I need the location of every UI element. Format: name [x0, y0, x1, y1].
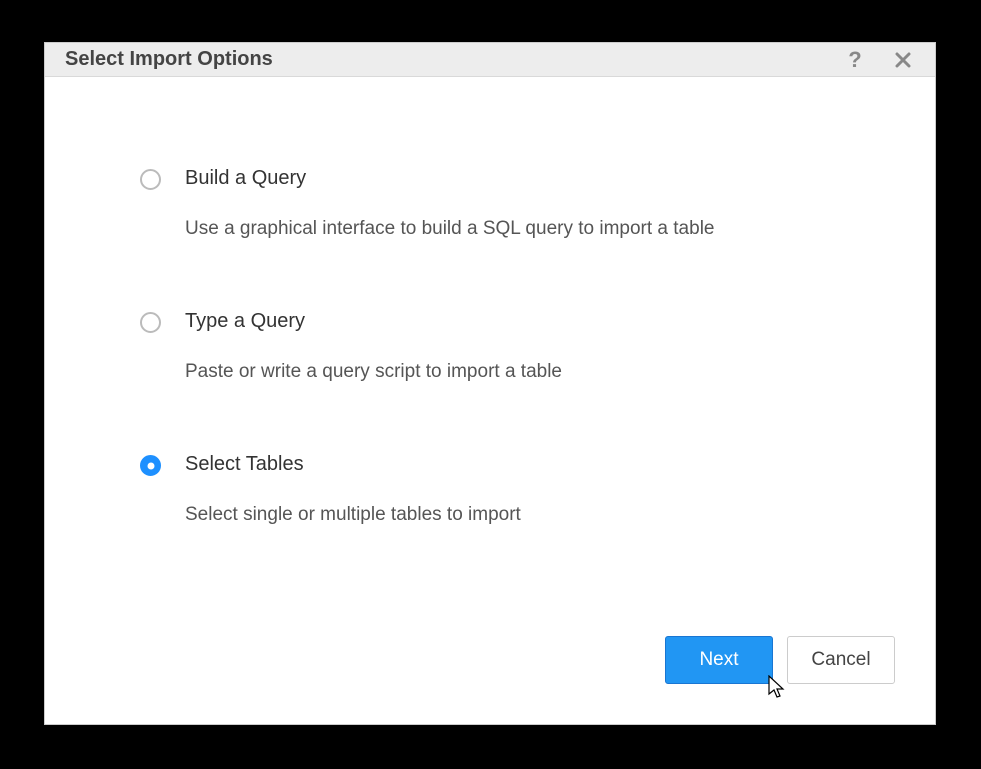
dialog-title: Select Import Options: [65, 48, 843, 71]
cancel-button[interactable]: Cancel: [787, 636, 895, 684]
option-desc: Select single or multiple tables to impo…: [185, 504, 875, 526]
dialog-body: Build a Query Use a graphical interface …: [45, 77, 935, 616]
close-icon[interactable]: [891, 48, 915, 72]
next-button[interactable]: Next: [665, 636, 773, 684]
help-icon[interactable]: ?: [843, 48, 867, 72]
option-text: Select Tables Select single or multiple …: [185, 453, 875, 526]
option-type-query: Type a Query Paste or write a query scri…: [140, 310, 875, 383]
option-text: Type a Query Paste or write a query scri…: [185, 310, 875, 383]
option-label[interactable]: Type a Query: [185, 310, 875, 333]
option-select-tables: Select Tables Select single or multiple …: [140, 453, 875, 526]
import-options-dialog: Select Import Options ? Build a Query Us…: [44, 42, 936, 725]
radio-type-query[interactable]: [140, 312, 161, 333]
radio-select-tables[interactable]: [140, 455, 161, 476]
option-label[interactable]: Build a Query: [185, 167, 875, 190]
dialog-header: Select Import Options ?: [45, 43, 935, 77]
option-build-query: Build a Query Use a graphical interface …: [140, 167, 875, 240]
radio-build-query[interactable]: [140, 169, 161, 190]
option-desc: Paste or write a query script to import …: [185, 361, 875, 383]
header-icons: ?: [843, 48, 915, 72]
option-text: Build a Query Use a graphical interface …: [185, 167, 875, 240]
dialog-footer: Next Cancel: [45, 616, 935, 724]
option-label[interactable]: Select Tables: [185, 453, 875, 476]
option-desc: Use a graphical interface to build a SQL…: [185, 218, 875, 240]
